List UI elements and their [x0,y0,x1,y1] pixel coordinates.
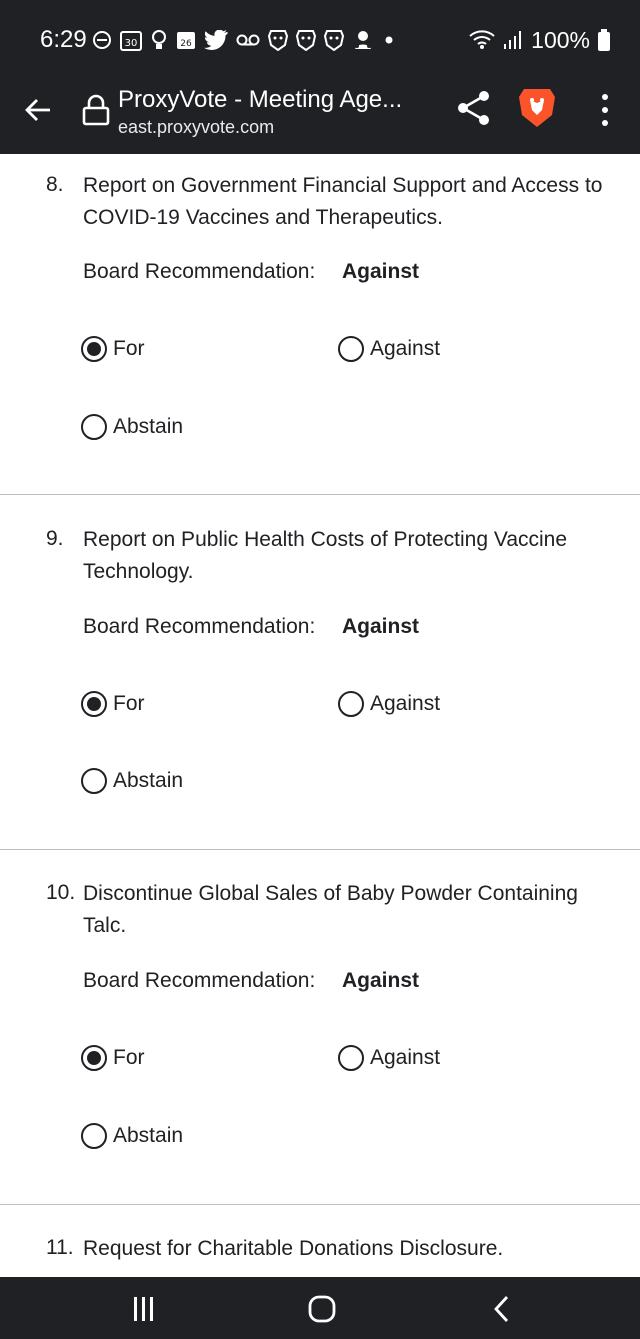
system-nav-bar [0,1277,640,1339]
radio-button[interactable] [338,336,364,362]
board-recommendation-value: Against [342,969,420,992]
proposal-number: 11. [46,1236,74,1259]
radio-button[interactable] [81,691,107,717]
brave-icon [296,30,316,51]
radio-button[interactable] [81,768,107,794]
divider [0,849,640,850]
status-time: 6:29 [40,26,87,53]
lock-icon[interactable] [82,94,110,126]
home-button[interactable] [300,1289,344,1329]
notification-icons: 30 26 [92,24,396,56]
board-recommendation-value: Against [342,260,420,283]
vote-option-against[interactable]: Against [338,691,440,717]
board-recommendation-label: Board Recommendation: [83,615,316,638]
arrow-left-icon [25,99,50,121]
vote-option-against[interactable]: Against [338,1045,440,1071]
brave-shields-icon[interactable] [516,86,558,130]
browser-toolbar: ProxyVote - Meeting Age... east.proxyvot… [0,80,640,154]
lightbulb-icon [152,30,166,49]
option-label: For [113,692,145,715]
dot-icon [385,36,393,44]
option-label: Abstain [113,769,184,792]
vote-option-against[interactable]: Against [338,336,440,362]
battery-icon [598,29,610,51]
home-icon [308,1295,336,1323]
proposal-10: 10. Discontinue Global Sales of Baby Pow… [0,878,640,1202]
page-url[interactable]: east.proxyvote.com [118,117,274,138]
signal-icon [504,31,522,49]
vote-option-for[interactable]: For [81,691,145,717]
page-title[interactable]: ProxyVote - Meeting Age... [118,86,402,114]
vote-option-for[interactable]: For [81,1045,145,1071]
status-bar: 6:29 30 26 100% [0,0,640,80]
vote-option-abstain[interactable]: Abstain [81,414,183,440]
board-recommendation-value: Against [342,615,420,638]
svg-text:30: 30 [125,38,138,49]
radio-button[interactable] [81,1045,107,1071]
wifi-icon [469,30,495,49]
proposal-text: Report on Government Financial Support a… [83,174,603,229]
proposal-number: 8. [46,173,64,196]
proposal-number: 10. [46,881,76,904]
board-recommendation-label: Board Recommendation: [83,969,316,992]
voicemail-icon [236,34,260,46]
divider [0,1204,640,1205]
option-label: Against [370,1046,441,1069]
back-icon [494,1296,509,1322]
overflow-menu-button[interactable] [590,90,620,130]
proposal-8: 8. Report on Government Financial Suppor… [0,170,640,494]
calendar-30-icon: 30 [120,31,142,51]
board-recommendation-label: Board Recommendation: [83,260,316,283]
battery-percent: 100% [531,26,590,53]
divider [0,494,640,495]
proposal-text: Request for Charitable Donations Disclos… [83,1237,504,1260]
back-button[interactable] [20,92,56,128]
share-icon[interactable] [454,88,494,128]
option-label: Against [370,337,441,360]
vote-option-abstain[interactable]: Abstain [81,768,183,794]
nav-back-button[interactable] [480,1289,524,1329]
recents-icon [134,1297,153,1321]
option-label: Against [370,692,441,715]
system-status: 100% [469,24,610,56]
calendar-26-icon: 26 [177,32,195,49]
radio-button[interactable] [338,691,364,717]
proposal-text: Report on Public Health Costs of Protect… [83,528,568,583]
bot-icon [355,31,371,49]
twitter-icon [204,30,228,50]
radio-button[interactable] [81,336,107,362]
radio-button[interactable] [338,1045,364,1071]
option-label: For [113,1046,145,1069]
vote-option-abstain[interactable]: Abstain [81,1123,183,1149]
recents-button[interactable] [122,1289,166,1329]
radio-button[interactable] [81,1123,107,1149]
proposal-text: Discontinue Global Sales of Baby Powder … [83,882,578,937]
svg-text:26: 26 [180,39,192,49]
top-bar: 6:29 30 26 100% ProxyVote - Meeting Age.… [0,0,640,154]
proposal-number: 9. [46,527,64,550]
vote-option-for[interactable]: For [81,336,145,362]
option-label: Abstain [113,415,184,438]
brave-icon [324,30,344,51]
option-label: For [113,337,145,360]
proposal-11: 11. Request for Charitable Donations Dis… [0,1233,640,1277]
brave-icon [268,30,288,51]
radio-button[interactable] [81,414,107,440]
proposal-9: 9. Report on Public Health Costs of Prot… [0,524,640,848]
dnd-icon [93,31,111,49]
option-label: Abstain [113,1124,184,1147]
